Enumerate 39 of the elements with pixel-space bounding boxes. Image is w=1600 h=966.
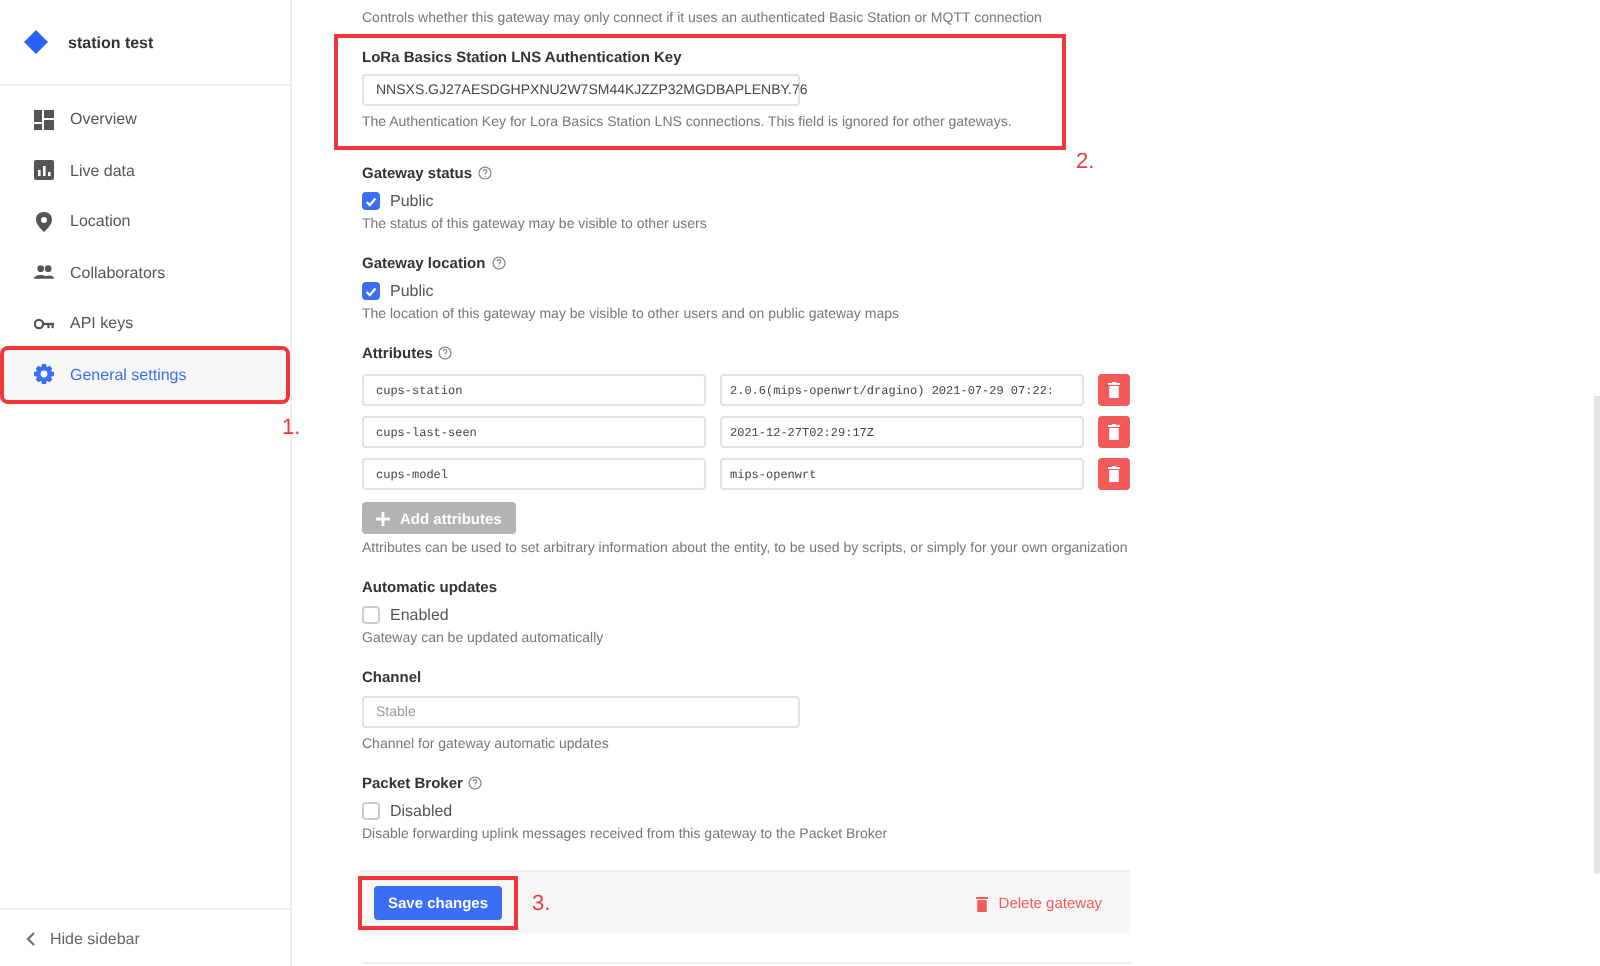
checkbox-label: Public xyxy=(390,192,434,210)
help-icon[interactable] xyxy=(468,776,483,790)
logo-icon xyxy=(22,28,50,56)
trash-icon xyxy=(1108,466,1120,482)
annotation-number: 2. xyxy=(1076,150,1095,174)
annotation-number: 3. xyxy=(532,892,551,916)
checkbox[interactable] xyxy=(362,192,380,210)
sidebar-item[interactable]: Location xyxy=(4,196,286,247)
trash-icon xyxy=(976,895,989,911)
sidebar-item[interactable]: Overview xyxy=(4,94,286,145)
sidebar-item[interactable]: Live data xyxy=(4,145,286,196)
checkbox-label: Enabled xyxy=(390,606,449,624)
location-pin-icon xyxy=(34,211,54,232)
settings-icon xyxy=(34,364,54,385)
dashboard-icon xyxy=(34,109,54,130)
trash-icon xyxy=(1108,424,1120,440)
gateway-title: station test xyxy=(68,33,154,51)
delete-attribute-button[interactable] xyxy=(1098,416,1130,448)
delete-attribute-button[interactable] xyxy=(1098,374,1130,406)
chart-icon xyxy=(34,160,54,181)
checkbox[interactable] xyxy=(362,802,380,820)
key-icon xyxy=(34,313,54,334)
checkbox-label: Public xyxy=(390,282,434,300)
checkbox-label: Disabled xyxy=(390,802,453,820)
delete-attribute-button[interactable] xyxy=(1098,458,1130,490)
plus-icon xyxy=(376,511,390,525)
sidebar-item[interactable]: General settings xyxy=(4,349,286,400)
annotation-number: 1. xyxy=(282,415,301,439)
sidebar-item[interactable]: Collaborators xyxy=(4,247,286,298)
checkbox[interactable] xyxy=(362,606,380,624)
help-icon[interactable] xyxy=(491,256,506,270)
help-icon[interactable] xyxy=(438,346,453,360)
trash-icon xyxy=(1108,382,1120,398)
sidebar-item[interactable]: API keys xyxy=(4,298,286,349)
hide-sidebar-button[interactable]: Hide sidebar xyxy=(26,929,140,947)
help-icon[interactable] xyxy=(478,166,493,180)
checkbox[interactable] xyxy=(362,282,380,300)
people-icon xyxy=(34,262,54,283)
chevron-left-icon xyxy=(26,931,36,945)
